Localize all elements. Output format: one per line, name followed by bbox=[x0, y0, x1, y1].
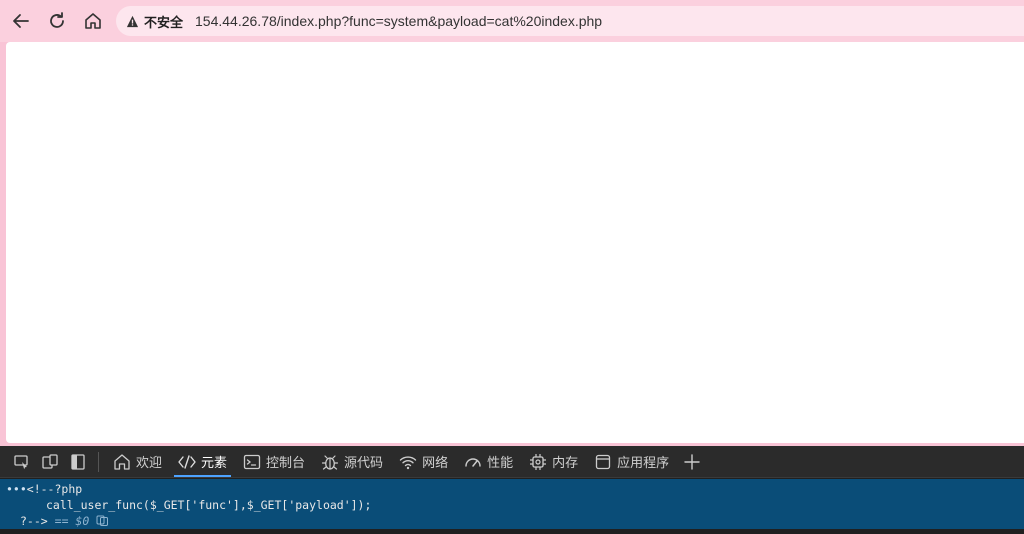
reload-button[interactable] bbox=[42, 6, 72, 36]
tab-memory[interactable]: 内存 bbox=[521, 446, 586, 478]
refresh-icon bbox=[50, 12, 64, 28]
home-icon bbox=[85, 13, 101, 29]
gauge-icon bbox=[465, 457, 481, 467]
dom-line-open[interactable]: •••<!--?php bbox=[0, 481, 1024, 497]
console-ref: == $0 bbox=[54, 514, 90, 528]
toolbar-divider bbox=[98, 451, 99, 472]
arrow-left-icon bbox=[13, 14, 29, 28]
warning-icon bbox=[126, 15, 139, 27]
comment-body: call_user_func($_GET['func'],$_GET['payl… bbox=[46, 498, 372, 512]
window-icon bbox=[595, 454, 611, 469]
security-indicator[interactable]: 不安全 bbox=[126, 12, 183, 31]
browser-toolbar: 不安全 154.44.26.78/index.php?func=system&p… bbox=[0, 0, 1024, 42]
devtools-tab-bar: 欢迎 元素 控制台 源代码 网络 性能 内存 应用程序 bbox=[0, 446, 1024, 478]
add-tool-button[interactable] bbox=[679, 449, 705, 475]
address-bar[interactable]: 不安全 154.44.26.78/index.php?func=system&p… bbox=[116, 6, 1024, 36]
sidebar-icon bbox=[71, 453, 85, 470]
devtools-panel: 欢迎 元素 控制台 源代码 网络 性能 内存 应用程序 •••<!--?php … bbox=[0, 446, 1024, 534]
url-text[interactable]: 154.44.26.78/index.php?func=system&paylo… bbox=[195, 13, 602, 29]
code-icon bbox=[178, 454, 196, 469]
tab-sources[interactable]: 源代码 bbox=[313, 446, 391, 478]
bug-icon bbox=[321, 454, 339, 470]
home-icon bbox=[114, 453, 130, 470]
tab-label: 欢迎 bbox=[136, 456, 163, 471]
page-viewport bbox=[6, 42, 1024, 443]
dom-tree-selected-node[interactable]: •••<!--?php call_user_func($_GET['func']… bbox=[0, 479, 1024, 529]
tab-label: 性能 bbox=[487, 456, 514, 471]
ellipsis-icon: ••• bbox=[6, 482, 27, 496]
tab-label: 控制台 bbox=[266, 456, 306, 471]
device-emulation-button[interactable] bbox=[36, 448, 64, 476]
tab-label: 应用程序 bbox=[617, 456, 670, 471]
tab-label: 元素 bbox=[201, 456, 228, 471]
copy-icon[interactable] bbox=[96, 515, 109, 526]
comment-open: <!--?php bbox=[26, 482, 83, 496]
console-icon bbox=[243, 454, 261, 469]
inspect-element-button[interactable] bbox=[8, 448, 36, 476]
home-button[interactable] bbox=[78, 6, 108, 36]
tab-label: 网络 bbox=[422, 456, 449, 471]
security-warning-text: 不安全 bbox=[144, 15, 184, 31]
back-button[interactable] bbox=[6, 6, 36, 36]
wifi-icon bbox=[399, 455, 417, 469]
tab-application[interactable]: 应用程序 bbox=[586, 446, 677, 478]
tab-label: 内存 bbox=[552, 456, 579, 471]
device-icon bbox=[42, 453, 58, 469]
plus-icon bbox=[684, 453, 700, 470]
dom-line-close[interactable]: ?--> == $0 bbox=[0, 513, 1024, 529]
tab-performance[interactable]: 性能 bbox=[456, 446, 521, 478]
comment-close: ?--> bbox=[20, 514, 48, 528]
tab-welcome[interactable]: 欢迎 bbox=[105, 446, 170, 478]
toggle-sidebar-button[interactable] bbox=[64, 448, 92, 476]
inspect-icon bbox=[14, 454, 28, 469]
tab-network[interactable]: 网络 bbox=[391, 446, 456, 478]
dom-line-body[interactable]: call_user_func($_GET['func'],$_GET['payl… bbox=[0, 497, 1024, 513]
tab-label: 源代码 bbox=[344, 456, 384, 471]
chip-icon bbox=[530, 453, 547, 470]
tab-console[interactable]: 控制台 bbox=[235, 446, 313, 478]
tab-elements[interactable]: 元素 bbox=[170, 446, 235, 478]
